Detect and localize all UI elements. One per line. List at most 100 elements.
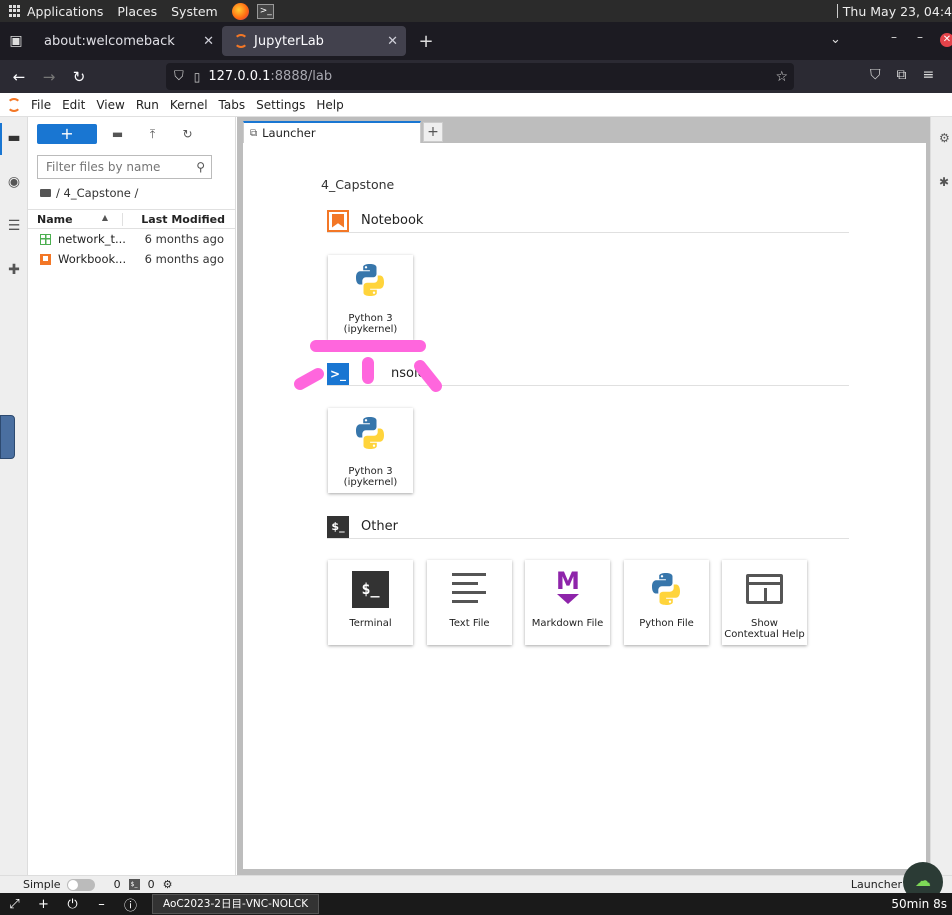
text-file-icon — [452, 573, 486, 605]
close-icon[interactable]: ✕ — [387, 34, 398, 49]
new-folder-icon[interactable]: ▬ — [100, 127, 135, 141]
breadcrumb-path[interactable]: / 4_Capstone / — [56, 186, 138, 200]
notebook-file-icon — [40, 253, 51, 265]
new-tab-button[interactable]: + — [412, 31, 440, 52]
markdown-icon: M — [555, 568, 581, 610]
menu-file[interactable]: File — [31, 98, 51, 112]
menu-kernel[interactable]: Kernel — [170, 98, 208, 112]
minimize-icon[interactable]: – — [87, 897, 116, 912]
kernel-count[interactable]: 0 — [148, 878, 155, 891]
browser-nav-bar: ← → ↻ ⛉ ▯ 127.0.0.1 :8888/lab ☆ ⛉ ⧉ ≡ — [0, 60, 952, 93]
menu-run[interactable]: Run — [136, 98, 159, 112]
list-all-tabs-icon[interactable]: ▣ — [0, 22, 32, 60]
menu-view[interactable]: View — [96, 98, 124, 112]
terminal-count[interactable]: 0 — [114, 878, 121, 891]
kernel-status-gear-icon[interactable]: ⚙ — [163, 878, 173, 891]
folder-home-icon[interactable] — [40, 189, 51, 197]
markdown-file-card[interactable]: M Markdown File — [525, 560, 610, 645]
card-label-line2: (ipykernel) — [343, 477, 398, 488]
new-launcher-button[interactable]: + — [37, 124, 97, 144]
extensions-icon[interactable]: ⧉ — [897, 67, 907, 83]
extension-puzzle-icon[interactable]: ✚ — [6, 262, 22, 278]
folder-icon[interactable]: ▬ — [6, 130, 22, 146]
menu-settings[interactable]: Settings — [256, 98, 305, 112]
menu-tabs[interactable]: Tabs — [219, 98, 246, 112]
power-icon[interactable]: ⏻ — [58, 897, 87, 912]
minimize-icon[interactable]: – — [891, 30, 897, 44]
python-file-card[interactable]: Python File — [624, 560, 709, 645]
text-file-card[interactable]: Text File — [427, 560, 512, 645]
table-of-contents-icon[interactable]: ☰ — [6, 218, 22, 234]
tab-title: about:welcomeback — [44, 33, 175, 49]
tab-label: Launcher — [262, 126, 316, 140]
url-bar[interactable]: ⛉ ▯ 127.0.0.1 :8888/lab ☆ — [166, 63, 794, 90]
notebook-python3-card[interactable]: Python 3 (ipykernel) — [328, 255, 413, 340]
browser-tab-strip: ▣ about:welcomeback ✕ JupyterLab ✕ + ⌄ –… — [0, 22, 952, 60]
forward-button[interactable]: → — [34, 68, 64, 86]
running-sessions-icon[interactable]: ◉ — [6, 174, 22, 190]
upload-icon[interactable]: ⤒ — [135, 127, 170, 142]
console-python3-card[interactable]: Python 3 (ipykernel) — [328, 408, 413, 493]
terminal-launcher-icon[interactable]: >_ — [256, 3, 274, 19]
column-name-label: Name — [37, 212, 73, 226]
window-close-icon[interactable]: ✕ — [940, 33, 952, 47]
vnc-session-task[interactable]: AoC2023-2日目-VNC-NOLCK — [152, 894, 320, 914]
debugger-bug-icon[interactable]: ✱ — [939, 175, 949, 189]
left-activity-bar: ▬ ◉ ☰ ✚ — [0, 117, 28, 875]
shield-icon[interactable]: ⛉ — [174, 69, 184, 84]
column-last-modified[interactable]: Last Modified — [123, 213, 235, 226]
menu-edit[interactable]: Edit — [62, 98, 85, 112]
section-title: nsole — [391, 366, 426, 381]
add-icon[interactable]: + — [29, 897, 58, 912]
hamburger-menu-icon[interactable]: ≡ — [923, 67, 935, 83]
separator — [836, 4, 838, 18]
status-bar: Simple 0 $_ 0 ⚙ Launcher — [0, 875, 952, 893]
card-label-line1: Show — [751, 618, 778, 629]
status-right-label: Launcher — [850, 878, 902, 891]
menu-help[interactable]: Help — [316, 98, 343, 112]
apps-grid-icon[interactable] — [9, 5, 21, 17]
sort-ascending-icon: ▲ — [101, 212, 108, 222]
right-sidebar: ⚙ ✱ — [930, 117, 952, 875]
active-indicator — [0, 123, 2, 155]
chevron-down-icon[interactable]: ⌄ — [830, 32, 841, 47]
file-row-network[interactable]: network_t... 6 months ago — [28, 229, 235, 249]
system-menu[interactable]: System — [171, 4, 218, 19]
spreadsheet-file-icon — [40, 233, 51, 245]
property-inspector-icon[interactable]: ⚙ — [939, 131, 950, 145]
card-label-line1: Terminal — [349, 618, 392, 629]
applications-menu[interactable]: Applications — [27, 4, 103, 19]
terminal-status-icon: $_ — [128, 879, 140, 890]
page-info-icon[interactable]: ▯ — [194, 70, 201, 84]
browser-tab-jupyterlab[interactable]: JupyterLab ✕ — [222, 26, 406, 56]
clock[interactable]: Thu May 23, 04:4 — [843, 4, 952, 19]
info-icon[interactable]: ⓘ — [116, 895, 145, 914]
column-name[interactable]: Name ▲ — [28, 212, 123, 226]
pocket-icon[interactable]: ⛉ — [870, 67, 881, 83]
file-modified: 6 months ago — [144, 232, 224, 246]
back-button[interactable]: ← — [4, 68, 34, 86]
file-filter-input[interactable] — [46, 160, 186, 174]
close-icon[interactable]: ✕ — [203, 34, 214, 49]
places-menu[interactable]: Places — [117, 4, 157, 19]
fullscreen-icon[interactable]: ⤢ — [0, 897, 29, 912]
card-label-line2: (ipykernel) — [343, 324, 398, 335]
refresh-icon[interactable]: ↻ — [170, 127, 205, 141]
bookmark-star-icon[interactable]: ☆ — [775, 69, 788, 85]
card-label-line1: Python 3 — [348, 313, 393, 324]
new-launcher-tab-button[interactable]: + — [423, 122, 443, 142]
reload-button[interactable]: ↻ — [64, 68, 94, 86]
side-drawer-handle[interactable] — [0, 415, 15, 459]
notebook-icon — [327, 209, 349, 232]
file-row-workbook[interactable]: Workbook... 6 months ago — [28, 249, 235, 269]
contextual-help-card[interactable]: Show Contextual Help — [722, 560, 807, 645]
maximize-icon[interactable]: – — [917, 30, 923, 44]
browser-tab-welcomeback[interactable]: about:welcomeback ✕ — [32, 26, 222, 56]
tab-launcher[interactable]: ⧉ Launcher — [243, 121, 421, 143]
firefox-icon[interactable] — [231, 2, 249, 20]
url-path: :8888/lab — [270, 69, 333, 84]
simple-mode-label: Simple — [23, 878, 61, 891]
terminal-card[interactable]: $_ Terminal — [328, 560, 413, 645]
file-filter-field[interactable]: ⚲ — [37, 155, 212, 179]
simple-mode-toggle[interactable] — [66, 878, 95, 891]
